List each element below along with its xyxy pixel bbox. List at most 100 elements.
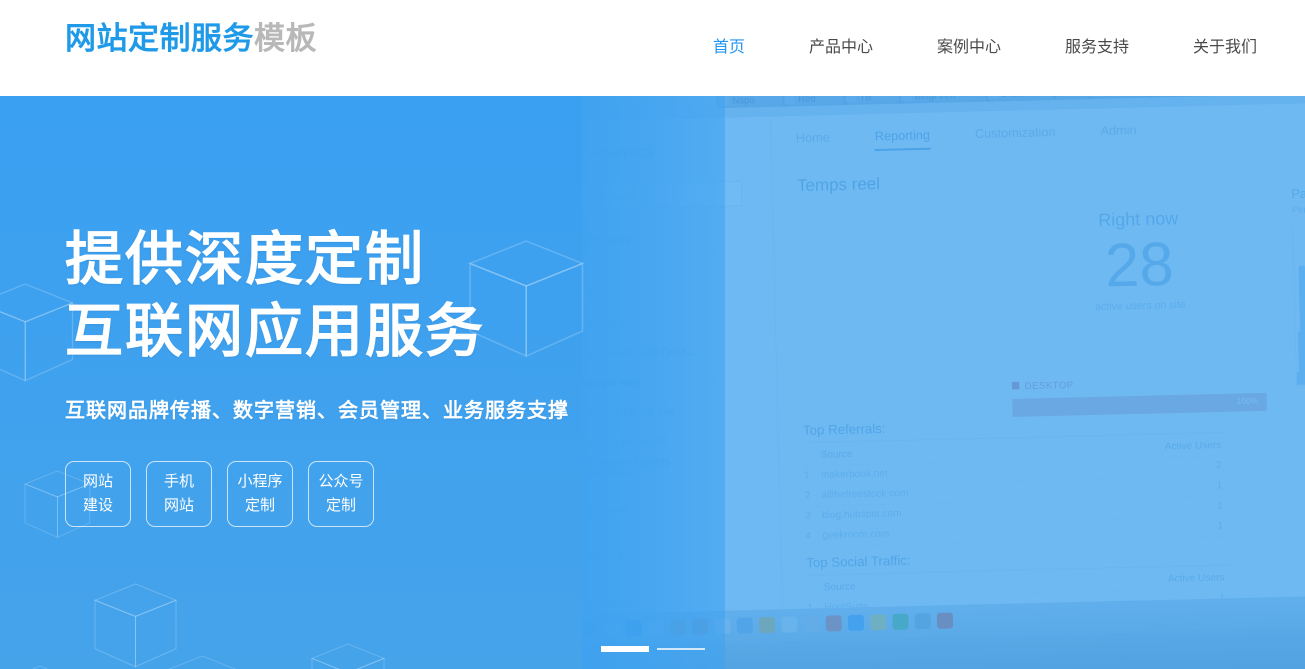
bookmark-item: Simplenote: [1146, 96, 1235, 98]
service-button-miniprogram[interactable]: 小程序 定制: [227, 461, 293, 527]
bookmark-item: Nspo: [716, 96, 788, 109]
bookmark-item: TB: [843, 96, 905, 106]
analytics-page-title: Temps reel: [796, 175, 881, 196]
bookmark-item: Likes: [1087, 96, 1153, 100]
analytics-search-input[interactable]: Find reports & more: [580, 180, 743, 212]
nav-item-products[interactable]: 产品中心: [809, 0, 873, 96]
nav-item-about[interactable]: 关于我们: [1193, 0, 1257, 96]
ga-sidebar-label: Overview: [580, 317, 627, 332]
pageviews-subtitle: Per minute: [1291, 203, 1305, 216]
dock-icon: [580, 621, 598, 638]
bookmark-item: Brain Pickings: [985, 96, 1093, 102]
service-button-line1: 小程序: [237, 473, 283, 490]
analytics-tabs: Home Reporting Customization Admin: [796, 115, 1305, 156]
panel-row-value: 1: [1216, 499, 1223, 512]
panel-row-value: 2: [1215, 459, 1222, 472]
panel-col-users: Active Users: [1167, 571, 1225, 585]
service-button-line1: 手机: [163, 473, 194, 490]
panel-row-name: geekroom.com: [822, 528, 890, 542]
dock-icon: [758, 616, 776, 634]
logo-main-text: 网站定制服务: [65, 21, 254, 56]
dock-icon: [625, 620, 642, 637]
hero-service-buttons: 网站 建设 手机 网站 小程序 定制 公众号 定制: [65, 423, 569, 527]
panel-row-value: 1: [1216, 479, 1223, 492]
service-button-line2: 定制: [325, 497, 356, 514]
dock-icon: [936, 612, 954, 629]
device-percent: 100%: [1236, 396, 1259, 407]
nav-item-support[interactable]: 服务支持: [1065, 0, 1129, 96]
analytics-app: Google Analytics Find reports & more Das…: [580, 102, 1305, 669]
dock-icon: [647, 619, 664, 636]
ga-sidebar-item-real-time[interactable]: Real-Time: [580, 492, 780, 528]
ga-sidebar-label: Real-Time: [580, 503, 628, 518]
service-button-website[interactable]: 网站 建设: [65, 461, 131, 527]
right-now-widget: Right now 28 active users on site: [1016, 206, 1262, 315]
dock-icon: [714, 617, 731, 635]
panel-col-source: Source: [823, 580, 856, 594]
panel-top-referrals: Top Referrals: Source Active Users 1 maker…: [802, 412, 1230, 548]
service-button-line2: 定制: [244, 497, 275, 514]
hero-subheading: 互联网品牌传播、数字营销、会员管理、业务服务支撑: [65, 400, 569, 422]
main-navigation: 首页 产品中心 案例中心 服务支持 关于我们: [713, 0, 1257, 96]
hero-content: 提供深度定制 互联网应用服务 互联网品牌传播、数字营销、会员管理、业务服务支撑 …: [65, 96, 569, 527]
dock-icon: [736, 617, 753, 634]
ga-sidebar-item-dashboards[interactable]: Dashboards: [580, 222, 773, 258]
ga-sidebar-label: Recherche sur site: [581, 405, 676, 421]
service-button-line1: 网站: [82, 473, 113, 490]
analytics-main-area: Home Reporting Customization Admin Temps…: [770, 102, 1305, 669]
hero-heading-line1: 提供深度定制: [65, 227, 426, 292]
ga-sidebar-label: Acquisition: [580, 597, 633, 612]
nav-item-home[interactable]: 首页: [713, 0, 745, 96]
panel-row-value: 1: [1217, 520, 1224, 532]
dock-icon: [603, 620, 620, 637]
panel-row-name: blog.hubspot.com: [821, 507, 902, 522]
hero-heading-line2: 互联网应用服务: [65, 299, 486, 364]
device-label: DESKTOP: [1012, 379, 1073, 391]
dock-icon: [825, 615, 842, 632]
ga-tab-customization[interactable]: Customization: [975, 124, 1056, 141]
service-button-official-account[interactable]: 公众号 定制: [308, 461, 374, 527]
hero-banner: Nspo Red TB BlogFeed Brain Pickings Like…: [0, 96, 1305, 669]
site-header: 网站定制服务模板 首页 产品中心 案例中心 服务支持 关于我们: [0, 0, 1305, 96]
service-button-line2: 网站: [163, 497, 194, 514]
ga-tab-admin[interactable]: Admin: [1100, 122, 1136, 138]
hero-heading: 提供深度定制 互联网应用服务: [65, 96, 569, 368]
analytics-sidebar: Google Analytics Find reports & more Das…: [580, 116, 784, 658]
ga-sidebar-item-audience[interactable]: Audience: [580, 538, 781, 574]
service-button-line2: 建设: [82, 497, 113, 514]
panel-row-name: allthefreestock.com: [821, 487, 909, 502]
ga-sidebar-label: Intelligence Events: [580, 456, 671, 472]
analytics-brand: Google Analytics: [580, 142, 655, 164]
ga-sidebar-label: Dashboards: [580, 234, 631, 249]
ga-sidebar-item-intelligence-events[interactable]: Intelligence Events: [580, 445, 779, 481]
photo-screen: Nspo Red TB BlogFeed Brain Pickings Like…: [580, 96, 1305, 669]
ga-tab-reporting[interactable]: Reporting: [874, 127, 931, 152]
carousel-indicators: [0, 646, 1305, 652]
ga-sidebar-label: Shortcuts: [580, 287, 618, 302]
ga-sidebar-label: Temps reel: [581, 376, 640, 391]
bookmark-item: BlogFeed: [898, 96, 992, 104]
carousel-dot-2[interactable]: [656, 648, 705, 650]
dock-icon: [892, 613, 909, 630]
bookmark-item: Red: [782, 96, 850, 107]
carousel-dot-1[interactable]: [600, 646, 649, 652]
dock-icon: [669, 619, 687, 636]
panel-col-source: Source: [820, 448, 853, 461]
ga-sidebar-label: Audience: [580, 550, 624, 565]
ga-sidebar-label: Présentation de l'audi...: [580, 345, 697, 361]
service-button-line1: 公众号: [318, 473, 364, 490]
device-progress-bar: 100%: [1012, 392, 1267, 418]
panel-row-name: makerbook.net: [820, 467, 888, 482]
dock-icon: [692, 618, 709, 635]
pageviews-widget: Pageviews Per minute: [1291, 185, 1305, 386]
logo-sub-text: 模板: [254, 21, 317, 56]
panel-col-users: Active Users: [1164, 439, 1222, 453]
dock-icon: [870, 614, 887, 631]
service-button-mobile-site[interactable]: 手机 网站: [146, 461, 212, 527]
dock-icon: [803, 615, 820, 633]
ga-tab-home[interactable]: Home: [796, 130, 830, 146]
dock-icon: [847, 614, 865, 631]
site-logo[interactable]: 网站定制服务模板: [65, 19, 317, 59]
nav-item-cases[interactable]: 案例中心: [937, 0, 1001, 96]
hero-background-photo: Nspo Red TB BlogFeed Brain Pickings Like…: [580, 96, 1305, 669]
